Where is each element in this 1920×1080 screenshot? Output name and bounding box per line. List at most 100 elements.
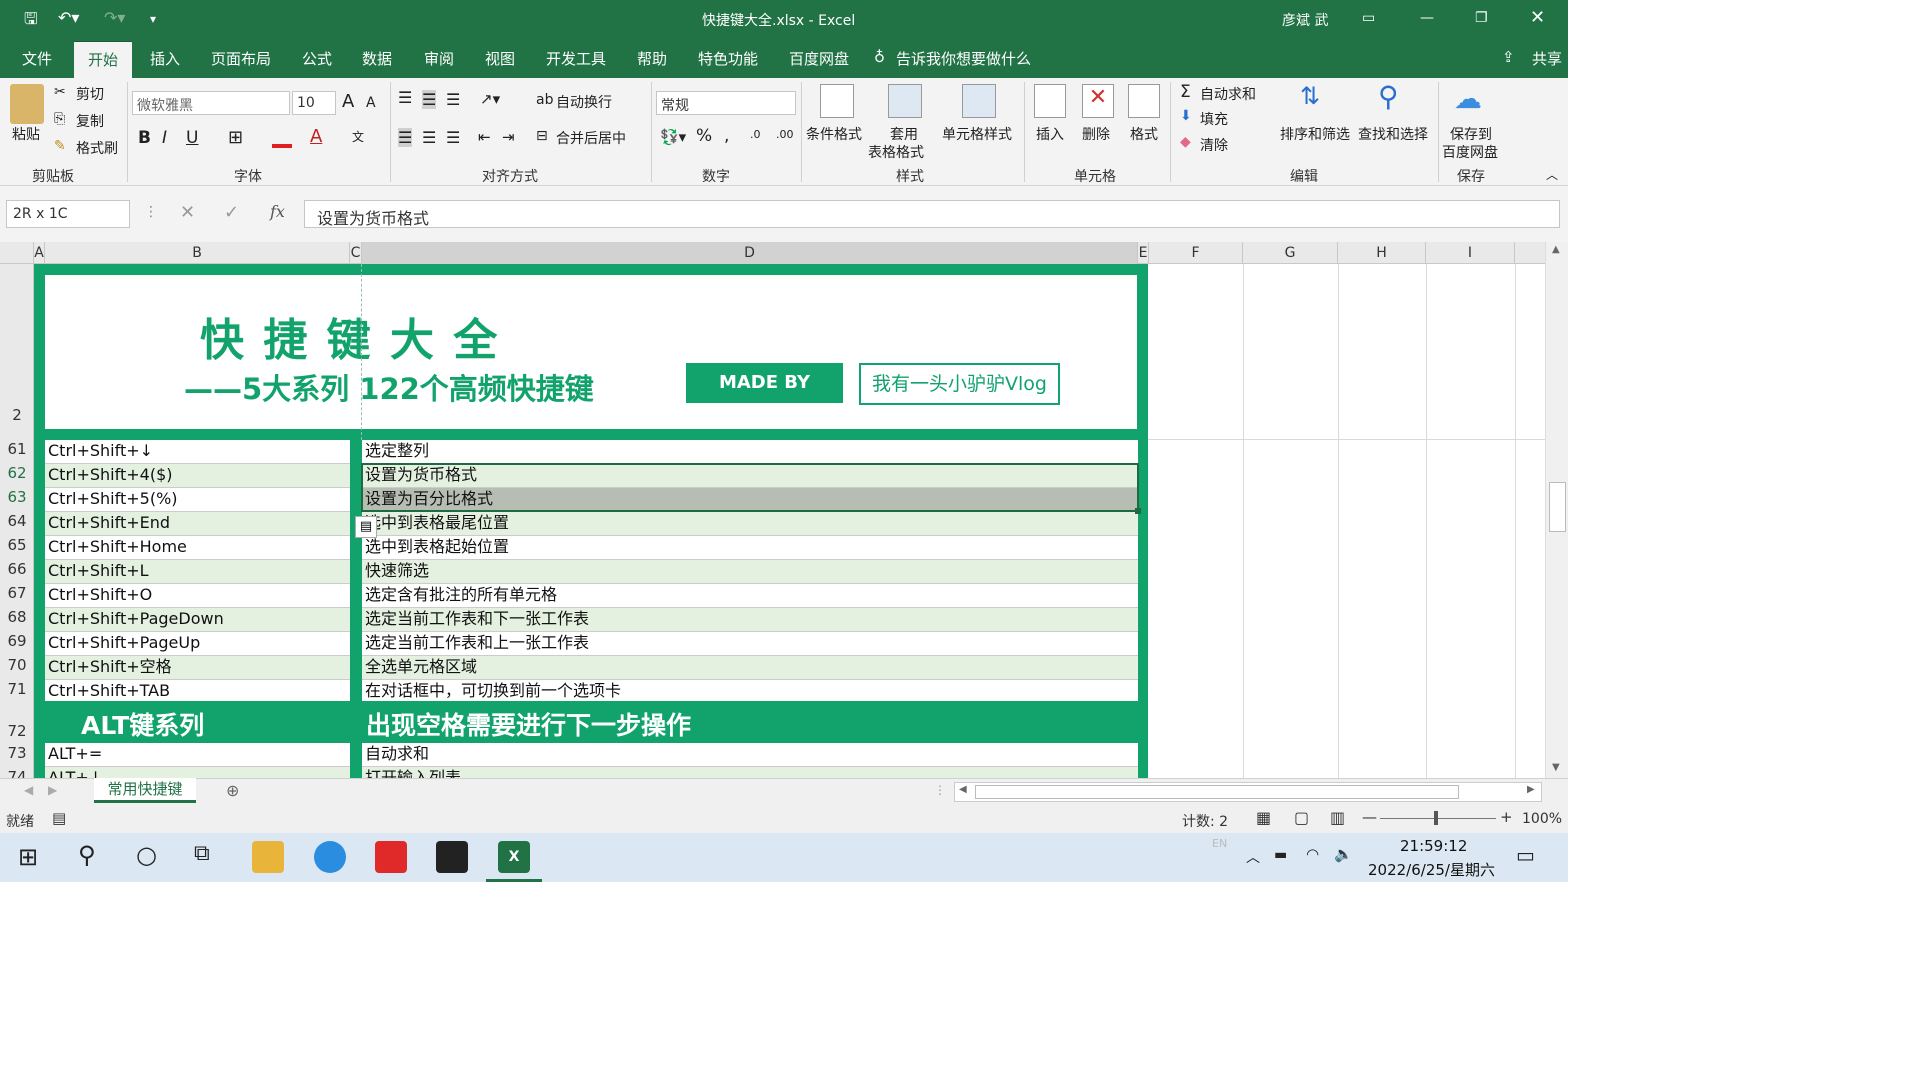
row-header-73[interactable]: 73: [0, 744, 34, 762]
col-header-f[interactable]: F: [1149, 242, 1243, 264]
percent-icon[interactable]: %: [696, 126, 712, 146]
split-handle-icon[interactable]: ⋮: [934, 783, 946, 797]
section-alt-title[interactable]: ALT键系列: [81, 706, 204, 742]
cell-b73[interactable]: ALT+=: [45, 743, 350, 767]
number-format-select[interactable]: 常规: [656, 91, 796, 115]
font-name-select[interactable]: 微软雅黑: [132, 91, 290, 115]
tell-me-input[interactable]: 告诉我你想要做什么: [896, 48, 1031, 69]
col-header-g[interactable]: G: [1243, 242, 1338, 264]
tab-home[interactable]: 开始: [74, 41, 133, 78]
row-header-74[interactable]: 74: [0, 768, 34, 778]
col-header-e[interactable]: E: [1138, 242, 1149, 264]
save-icon[interactable]: 🖫: [24, 8, 38, 35]
borders-icon[interactable]: ⊞: [228, 127, 243, 148]
align-bottom-icon[interactable]: ☰: [446, 90, 460, 109]
tab-view[interactable]: 视图: [485, 48, 515, 69]
wrap-text-button[interactable]: 自动换行: [556, 92, 612, 112]
table-row-key[interactable]: Ctrl+Shift+5(%): [45, 488, 350, 512]
row-header-66[interactable]: 66: [0, 560, 34, 578]
row-header-71[interactable]: 71: [0, 680, 34, 698]
increase-decimal-icon[interactable]: .0: [750, 128, 761, 141]
sort-filter-icon[interactable]: ⇅: [1300, 82, 1320, 110]
fill-handle[interactable]: [1135, 508, 1141, 514]
underline-button[interactable]: U: [186, 128, 198, 148]
customize-qat-icon[interactable]: ▾: [150, 12, 156, 26]
prev-sheet-icon[interactable]: ◀: [24, 783, 33, 797]
conditional-format-icon[interactable]: [820, 84, 854, 118]
fill-button[interactable]: 填充: [1200, 109, 1228, 129]
font-grow-button[interactable]: A: [342, 91, 354, 112]
format-cells-icon[interactable]: [1128, 84, 1160, 118]
notification-icon[interactable]: ▭: [1516, 843, 1535, 867]
tab-review[interactable]: 审阅: [424, 48, 454, 69]
scroll-up-icon[interactable]: ▲: [1552, 244, 1560, 255]
tab-insert[interactable]: 插入: [150, 48, 180, 69]
bold-button[interactable]: B: [138, 128, 151, 148]
cortana-icon[interactable]: ○: [136, 841, 157, 869]
table-row-key[interactable]: Ctrl+Shift+空格: [45, 656, 350, 680]
input-lang[interactable]: EN: [1212, 837, 1227, 850]
quick-analysis-icon[interactable]: ▤: [355, 516, 377, 538]
file-explorer-icon[interactable]: [252, 841, 284, 873]
col-header-c[interactable]: C: [350, 242, 362, 264]
paste-icon[interactable]: [10, 84, 44, 124]
tab-special[interactable]: 特色功能: [698, 48, 758, 69]
col-header-h[interactable]: H: [1338, 242, 1426, 264]
clock-time[interactable]: 21:59:12: [1400, 837, 1467, 855]
row-header-61[interactable]: 61: [0, 440, 34, 458]
decrease-decimal-icon[interactable]: .00: [776, 128, 794, 141]
share-button[interactable]: 共享: [1532, 48, 1562, 69]
tab-baidu[interactable]: 百度网盘: [789, 48, 849, 69]
delete-cells-icon[interactable]: ✕: [1082, 84, 1114, 118]
undo-icon[interactable]: ↶▾: [58, 8, 79, 27]
orientation-icon[interactable]: ↗▾: [480, 90, 500, 108]
horizontal-scrollbar[interactable]: ◀ ▶: [954, 782, 1542, 802]
row-header-62[interactable]: 62: [0, 464, 34, 482]
sheet-grid[interactable]: 快 捷 键 大 全 ——5大系列 122个高频快捷键 MADE BY 我有一头小…: [34, 264, 1545, 778]
sort-filter-button[interactable]: 排序和筛选: [1280, 124, 1350, 144]
minimize-icon[interactable]: —: [1420, 10, 1434, 26]
scroll-left-icon[interactable]: ◀: [959, 784, 967, 795]
zoom-out-icon[interactable]: —: [1362, 808, 1377, 826]
table-row-key[interactable]: Ctrl+Shift+L: [45, 560, 350, 584]
align-right-icon[interactable]: ☰: [446, 128, 460, 147]
font-size-select[interactable]: 10: [292, 91, 336, 115]
table-row-key[interactable]: Ctrl+Shift+PageUp: [45, 632, 350, 656]
table-row-key[interactable]: Ctrl+Shift+Home: [45, 536, 350, 560]
clock-date[interactable]: 2022/6/25/星期六: [1368, 859, 1495, 880]
table-row-key[interactable]: Ctrl+Shift+↓: [45, 440, 350, 464]
edge-icon[interactable]: [314, 841, 346, 873]
close-icon[interactable]: ✕: [1530, 7, 1545, 28]
format-table-icon[interactable]: [888, 84, 922, 118]
row-header-63[interactable]: 63: [0, 488, 34, 506]
format-cells-button[interactable]: 格式: [1130, 124, 1158, 144]
cut-button[interactable]: 剪切: [76, 84, 104, 104]
tray-chevron-icon[interactable]: ︿: [1246, 847, 1260, 867]
zoom-in-icon[interactable]: +: [1500, 808, 1513, 826]
format-painter-button[interactable]: 格式刷: [76, 138, 118, 158]
row-header-2[interactable]: 2: [0, 406, 34, 424]
align-top-icon[interactable]: ☰: [398, 88, 412, 107]
table-row-desc[interactable]: 选定当前工作表和上一张工作表: [362, 632, 1138, 656]
merge-center-button[interactable]: 合并后居中: [556, 128, 626, 148]
table-row-key[interactable]: Ctrl+Shift+4($): [45, 464, 350, 488]
find-select-button[interactable]: 查找和选择: [1358, 124, 1428, 144]
restore-icon[interactable]: ❐: [1475, 10, 1488, 26]
wifi-icon[interactable]: ◠: [1306, 845, 1319, 863]
name-box[interactable]: 2R x 1C: [6, 200, 130, 228]
table-row-desc[interactable]: 选定整列: [362, 440, 1138, 464]
collapse-ribbon-icon[interactable]: ︿: [1546, 166, 1558, 183]
start-icon[interactable]: ⊞: [18, 843, 38, 871]
save-baidu-button-2[interactable]: 百度网盘: [1442, 142, 1498, 162]
increase-indent-icon[interactable]: ⇥: [502, 128, 515, 146]
align-middle-icon[interactable]: ☰: [422, 90, 437, 109]
status-count[interactable]: 计数: 2: [1182, 811, 1228, 831]
normal-view-icon[interactable]: ▦: [1256, 808, 1271, 827]
tab-help[interactable]: 帮助: [637, 48, 667, 69]
search-icon[interactable]: ⚲: [78, 841, 96, 869]
col-header-b[interactable]: B: [45, 242, 350, 264]
paste-button[interactable]: 粘贴: [12, 124, 40, 144]
cell-b74[interactable]: ALT+↓: [45, 767, 350, 778]
enter-icon[interactable]: ✓: [224, 202, 239, 223]
user-name[interactable]: 彦斌 武: [1282, 10, 1328, 30]
